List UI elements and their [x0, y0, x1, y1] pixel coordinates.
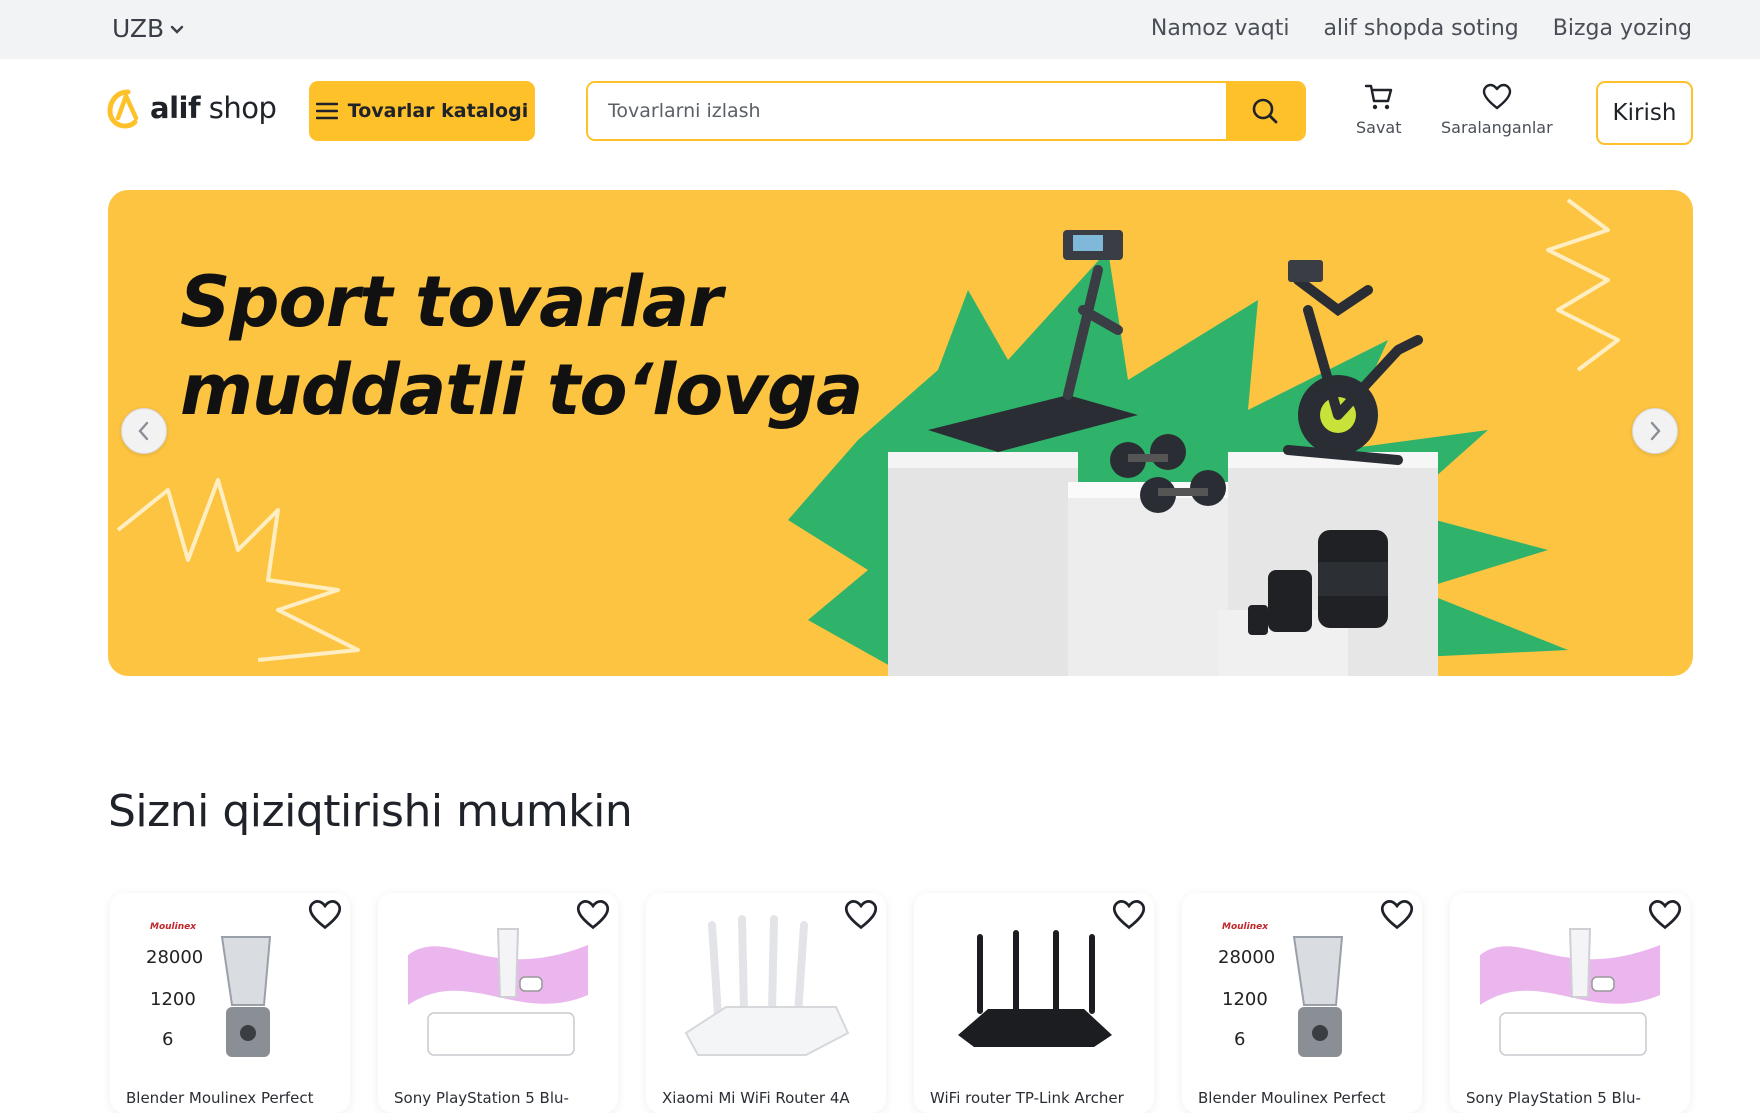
promo-banner[interactable]: Sport tovarlar muddatli to‘lovga — [108, 190, 1693, 676]
svg-text:28000: 28000 — [146, 947, 203, 968]
product-card[interactable]: Sony PlayStation 5 Blu- — [378, 893, 618, 1113]
router-white-image — [684, 915, 850, 1056]
favorite-button[interactable] — [1648, 899, 1682, 935]
search-button[interactable] — [1226, 83, 1304, 139]
product-card[interactable]: Moulinex 28000 1200 6 Blender Moulinex P… — [1182, 893, 1422, 1113]
heart-icon — [1112, 900, 1146, 930]
svg-text:Moulinex: Moulinex — [150, 922, 197, 932]
product-card[interactable]: Xiaomi Mi WiFi Router 4A — [646, 893, 886, 1113]
svg-text:6: 6 — [1234, 1029, 1245, 1050]
logo-text: alif shop — [150, 91, 277, 125]
search-bar — [586, 81, 1306, 141]
language-label: UZB — [112, 14, 165, 43]
chevron-left-icon — [138, 421, 149, 441]
svg-text:1200: 1200 — [1222, 989, 1268, 1010]
language-selector[interactable]: UZB — [112, 14, 184, 43]
link-prayer-times[interactable]: Namoz vaqti — [1151, 16, 1290, 41]
catalog-label: Tovarlar katalogi — [347, 100, 529, 122]
svg-text:28000: 28000 — [1218, 947, 1275, 968]
alif-logo-icon — [107, 89, 139, 129]
heart-icon — [1482, 83, 1512, 110]
product-card[interactable]: Sony PlayStation 5 Blu- — [1450, 893, 1690, 1113]
favorite-button[interactable] — [844, 899, 878, 935]
heart-icon — [576, 900, 610, 930]
search-input[interactable] — [588, 83, 1226, 139]
chevron-right-icon — [1650, 421, 1661, 441]
link-contact-us[interactable]: Bizga yozing — [1553, 16, 1692, 41]
heart-icon — [308, 900, 342, 930]
heart-icon — [1648, 900, 1682, 930]
product-name[interactable]: Blender Moulinex Perfect — [1198, 1089, 1408, 1107]
favorite-button[interactable] — [1380, 899, 1414, 935]
product-name[interactable]: Xiaomi Mi WiFi Router 4A — [662, 1089, 872, 1107]
svg-text:6: 6 — [162, 1029, 173, 1050]
blender-image: Moulinex 28000 1200 6 — [146, 922, 272, 1057]
svg-text:Moulinex: Moulinex — [1222, 922, 1269, 932]
cart-label: Savat — [1356, 118, 1402, 137]
banner-title: Sport tovarlar muddatli to‘lovga — [180, 258, 863, 434]
section-title: Sizni qiziqtirishi mumkin — [108, 786, 633, 837]
product-name[interactable]: Sony PlayStation 5 Blu- — [1466, 1089, 1676, 1107]
blender-image: Moulinex 28000 1200 6 — [1218, 922, 1344, 1057]
svg-text:1200: 1200 — [150, 989, 196, 1010]
banner-prev-button[interactable] — [121, 408, 167, 454]
chevron-down-icon — [170, 25, 184, 34]
cart-button[interactable]: Savat — [1356, 82, 1402, 137]
banner-title-line-1: Sport tovarlar — [180, 261, 723, 343]
logo[interactable]: alif shop — [106, 86, 277, 130]
cart-icon — [1364, 84, 1392, 110]
favorites-label: Saralanganlar — [1441, 118, 1553, 137]
heart-icon — [844, 900, 878, 930]
favorite-button[interactable] — [576, 899, 610, 935]
banner-title-line-2: muddatli to‘lovga — [180, 349, 863, 431]
favorite-button[interactable] — [1112, 899, 1146, 935]
login-button[interactable]: Kirish — [1596, 81, 1693, 145]
menu-icon — [315, 102, 338, 120]
search-icon — [1252, 98, 1278, 124]
link-sell-on-alif[interactable]: alif shopda soting — [1323, 16, 1518, 41]
router-black-image — [958, 930, 1112, 1047]
heart-icon — [1380, 900, 1414, 930]
product-card[interactable]: WiFi router TP-Link Archer — [914, 893, 1154, 1113]
playstation-image — [1480, 928, 1660, 1056]
product-card[interactable]: Moulinex 28000 1200 6 Blender Moulinex P… — [110, 893, 350, 1113]
product-name[interactable]: WiFi router TP-Link Archer — [930, 1089, 1140, 1107]
favorites-button[interactable]: Saralanganlar — [1441, 82, 1553, 137]
favorite-button[interactable] — [308, 899, 342, 935]
banner-next-button[interactable] — [1632, 408, 1678, 454]
top-bar: UZB Namoz vaqti alif shopda soting Bizga… — [0, 0, 1760, 59]
product-name[interactable]: Sony PlayStation 5 Blu- — [394, 1089, 604, 1107]
catalog-button[interactable]: Tovarlar katalogi — [309, 81, 535, 141]
product-name[interactable]: Blender Moulinex Perfect — [126, 1089, 336, 1107]
playstation-image — [408, 928, 588, 1056]
top-links: Namoz vaqti alif shopda soting Bizga yoz… — [1151, 16, 1692, 41]
login-label: Kirish — [1612, 100, 1677, 126]
